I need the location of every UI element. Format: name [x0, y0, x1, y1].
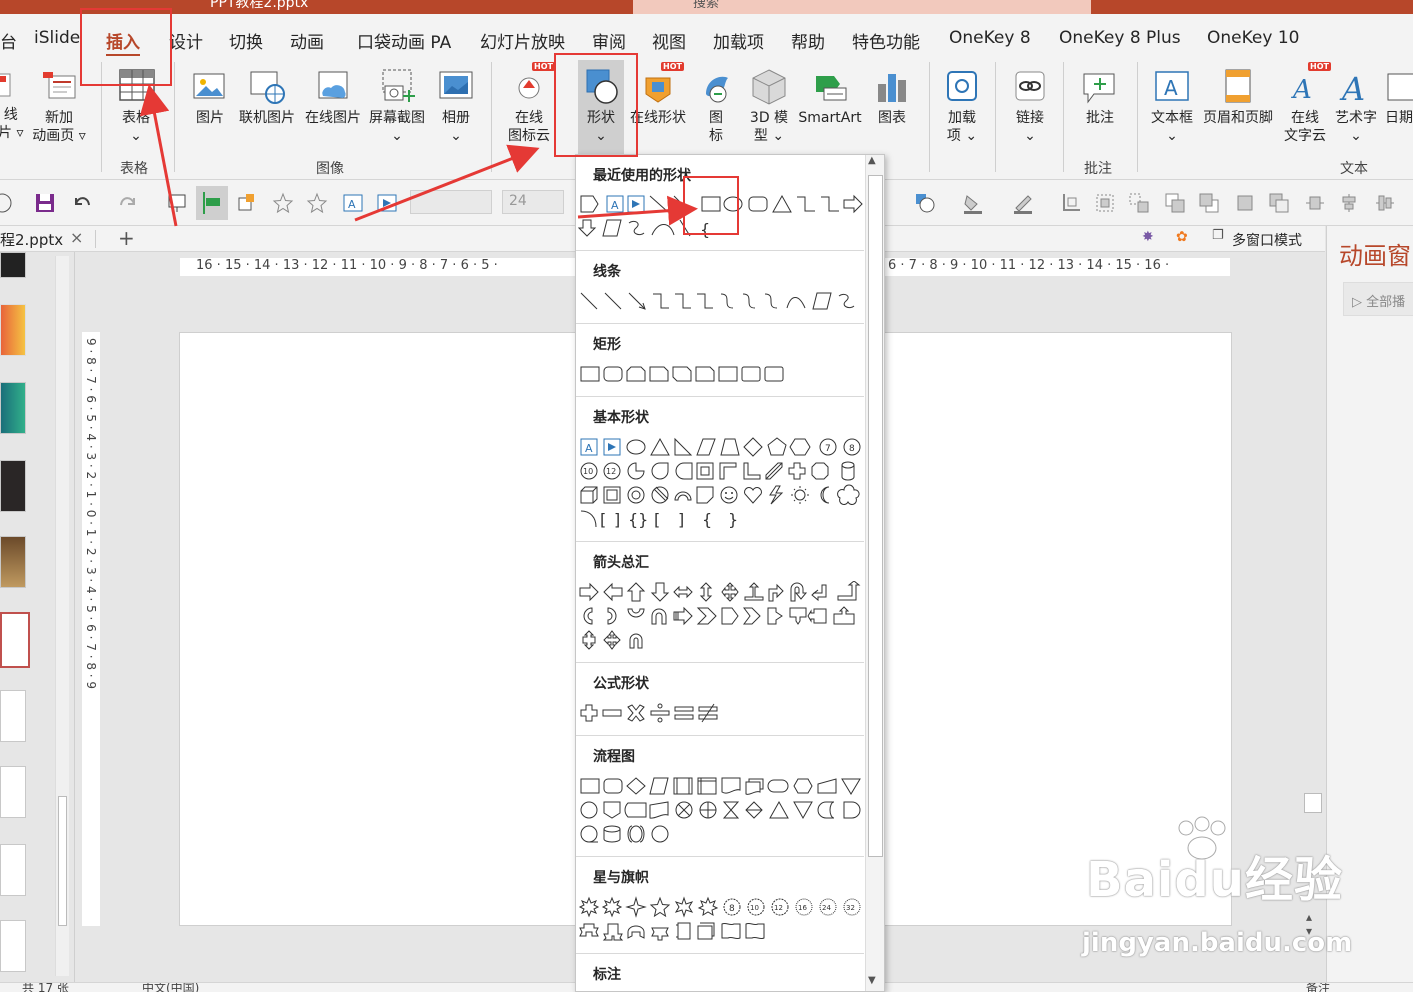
watermark-url: jingyan.baidu.com [1082, 928, 1353, 958]
arrow-to-rectangle [577, 195, 698, 226]
arrow-to-insert-tab [139, 84, 178, 227]
arrow-to-shapes-button [354, 144, 540, 222]
paw-logo-icon [1178, 816, 1226, 860]
